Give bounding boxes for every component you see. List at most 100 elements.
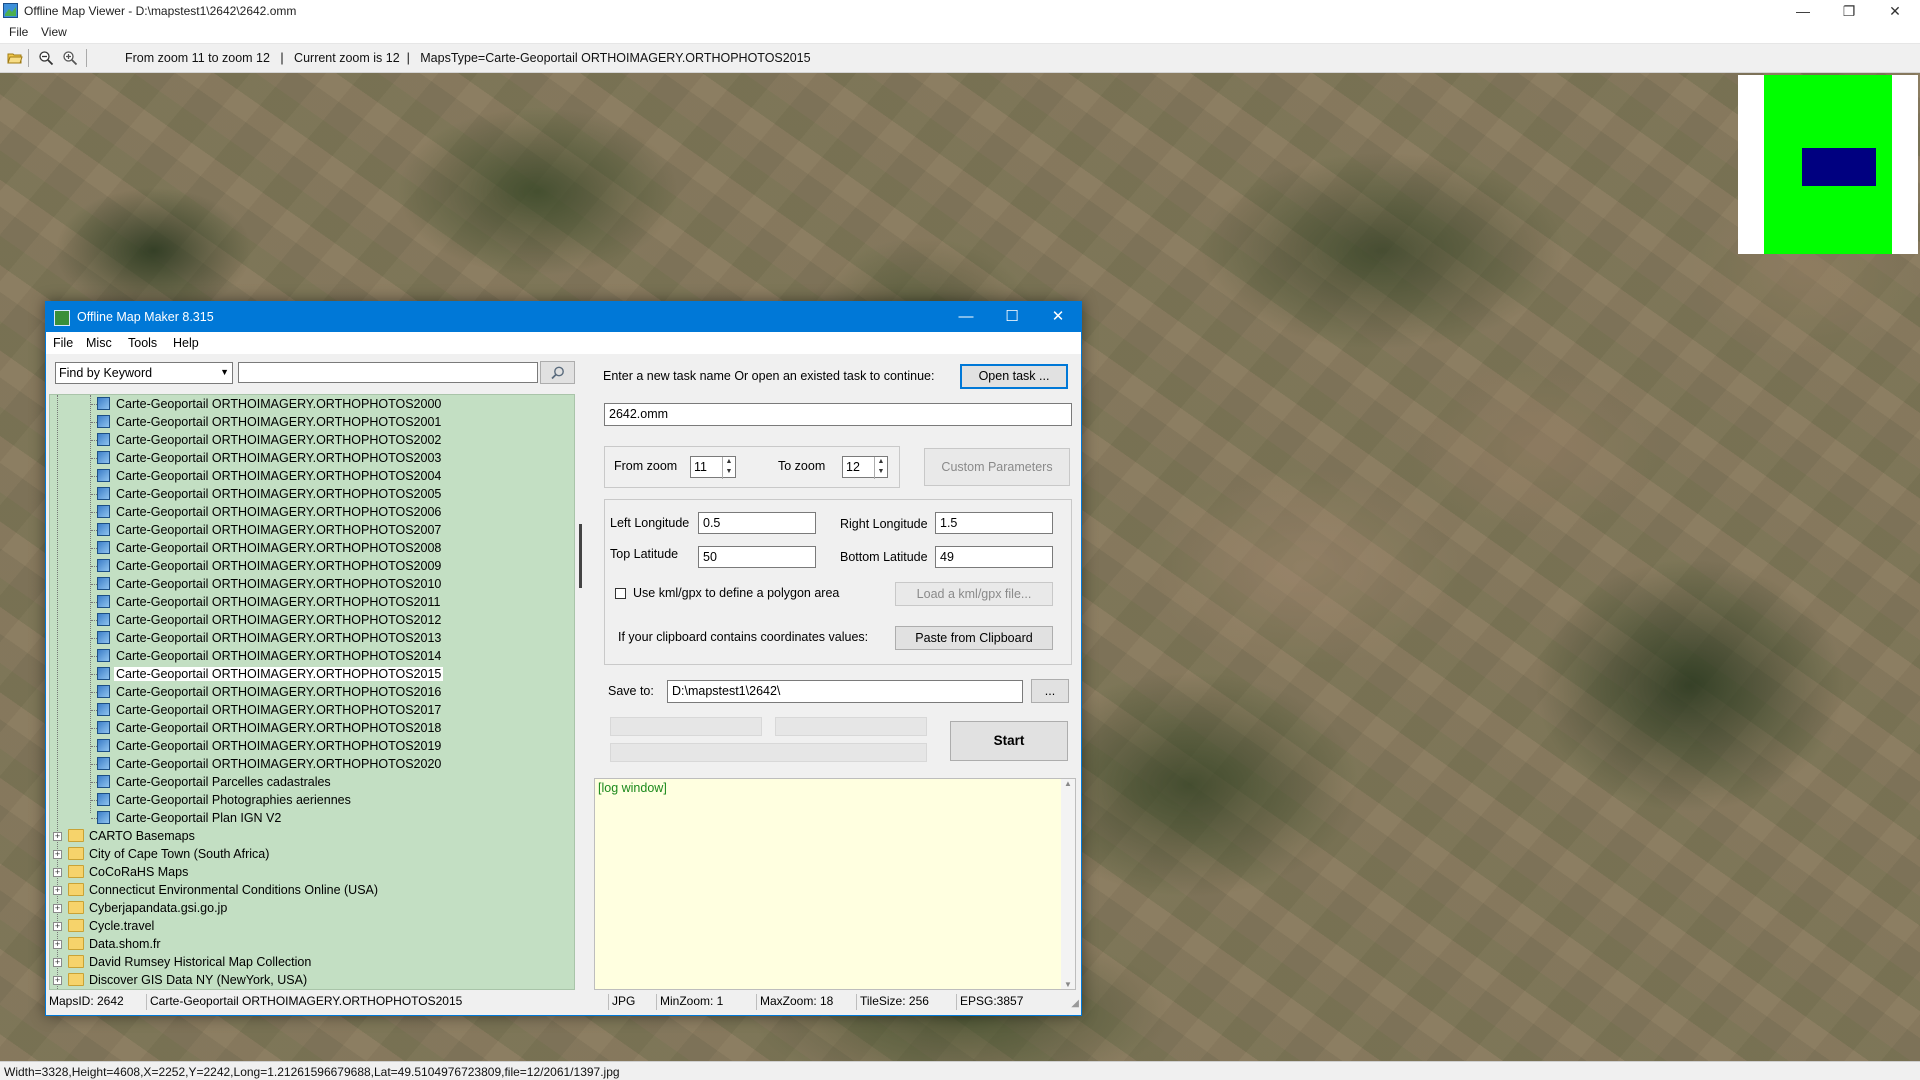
tree-folder-item[interactable]: + Discover GIS Data NY (NewYork, USA) <box>50 971 570 989</box>
use-kml-label[interactable]: Use kml/gpx to define a polygon area <box>633 586 839 600</box>
right-longitude-input[interactable]: 1.5 <box>935 512 1053 534</box>
dialog-menu-file[interactable]: File <box>53 336 73 350</box>
tree-map-item[interactable]: Carte-Geoportail ORTHOIMAGERY.ORTHOPHOTO… <box>50 467 570 485</box>
bottom-latitude-input[interactable]: 49 <box>935 546 1053 568</box>
tree-map-item[interactable]: Carte-Geoportail ORTHOIMAGERY.ORTHOPHOTO… <box>50 431 570 449</box>
minimap-viewport[interactable] <box>1802 148 1876 186</box>
tree-map-item[interactable]: Carte-Geoportail ORTHOIMAGERY.ORTHOPHOTO… <box>50 521 570 539</box>
search-mode-value: Find by Keyword <box>59 366 153 380</box>
resize-grip-icon[interactable]: ◢ <box>1071 998 1079 1009</box>
tree-map-item[interactable]: Carte-Geoportail ORTHOIMAGERY.ORTHOPHOTO… <box>50 539 570 557</box>
tree-map-item[interactable]: Carte-Geoportail ORTHOIMAGERY.ORTHOPHOTO… <box>50 395 570 413</box>
expand-icon[interactable]: + <box>53 850 62 859</box>
tree-map-item[interactable]: Carte-Geoportail ORTHOIMAGERY.ORTHOPHOTO… <box>50 485 570 503</box>
tree-map-item[interactable]: Carte-Geoportail ORTHOIMAGERY.ORTHOPHOTO… <box>50 737 570 755</box>
open-task-button[interactable]: Open task ... <box>960 364 1068 389</box>
paste-clipboard-button[interactable]: Paste from Clipboard <box>895 626 1053 650</box>
overview-minimap[interactable] <box>1738 75 1918 254</box>
to-zoom-stepper[interactable]: 12 ▲ ▼ <box>842 456 888 479</box>
load-kml-button[interactable]: Load a kml/gpx file... <box>895 582 1053 606</box>
from-zoom-spin[interactable]: ▲ ▼ <box>722 457 735 479</box>
zoom-in-icon[interactable] <box>62 50 78 66</box>
expand-icon[interactable]: + <box>53 868 62 877</box>
spin-up-icon[interactable]: ▲ <box>723 457 735 467</box>
dialog-maximize-button[interactable]: ☐ <box>989 302 1035 332</box>
browse-button[interactable]: ... <box>1031 679 1069 703</box>
search-input[interactable] <box>238 362 538 383</box>
viewer-status-text: Width=3328,Height=4608,X=2252,Y=2242,Lon… <box>4 1065 620 1079</box>
tree-map-item[interactable]: Carte-Geoportail ORTHOIMAGERY.ORTHOPHOTO… <box>50 593 570 611</box>
tree-folder-item[interactable]: + Cycle.travel <box>50 917 570 935</box>
map-source-icon <box>97 631 110 644</box>
task-name-input[interactable]: 2642.omm <box>604 403 1072 426</box>
tree-folder-item[interactable]: + CoCoRaHS Maps <box>50 863 570 881</box>
zoom-out-icon[interactable] <box>38 50 54 66</box>
expand-icon[interactable]: + <box>53 976 62 985</box>
dialog-menu-misc[interactable]: Misc <box>86 336 112 350</box>
left-longitude-input[interactable]: 0.5 <box>698 512 816 534</box>
expand-icon[interactable]: + <box>53 958 62 967</box>
dialog-menu-help[interactable]: Help <box>173 336 199 350</box>
minimize-button[interactable]: — <box>1780 0 1826 22</box>
tree-map-item[interactable]: Carte-Geoportail ORTHOIMAGERY.ORTHOPHOTO… <box>50 629 570 647</box>
map-source-icon <box>97 487 110 500</box>
tree-map-item[interactable]: Carte-Geoportail ORTHOIMAGERY.ORTHOPHOTO… <box>50 755 570 773</box>
tree-scroll-thumb[interactable] <box>579 524 582 588</box>
search-mode-dropdown[interactable]: Find by Keyword ▼ <box>55 362 233 384</box>
save-path-input[interactable]: D:\mapstest1\2642\ <box>667 680 1023 703</box>
spin-down-icon[interactable]: ▼ <box>875 467 887 477</box>
tree-map-item[interactable]: Carte-Geoportail ORTHOIMAGERY.ORTHOPHOTO… <box>50 647 570 665</box>
tree-map-item[interactable]: Carte-Geoportail ORTHOIMAGERY.ORTHOPHOTO… <box>50 575 570 593</box>
tree-folder-item[interactable]: + Cyberjapandata.gsi.go.jp <box>50 899 570 917</box>
tree-map-item[interactable]: Carte-Geoportail Plan IGN V2 <box>50 809 570 827</box>
tree-map-item[interactable]: Carte-Geoportail ORTHOIMAGERY.ORTHOPHOTO… <box>50 701 570 719</box>
tree-folder-item[interactable]: + Connecticut Environmental Conditions On… <box>50 881 570 899</box>
from-zoom-stepper[interactable]: 11 ▲ ▼ <box>690 456 736 479</box>
tree-map-item[interactable]: Carte-Geoportail Photographies aeriennes <box>50 791 570 809</box>
start-button[interactable]: Start <box>950 721 1068 761</box>
tree-item-label: Carte-Geoportail ORTHOIMAGERY.ORTHOPHOTO… <box>116 397 442 411</box>
tree-map-item[interactable]: Carte-Geoportail ORTHOIMAGERY.ORTHOPHOTO… <box>50 413 570 431</box>
close-button[interactable]: ✕ <box>1872 0 1918 22</box>
expand-icon[interactable]: + <box>53 886 62 895</box>
tree-map-item[interactable]: Carte-Geoportail ORTHOIMAGERY.ORTHOPHOTO… <box>50 719 570 737</box>
expand-icon[interactable]: + <box>53 904 62 913</box>
tree-map-item[interactable]: Carte-Geoportail Parcelles cadastrales <box>50 773 570 791</box>
restore-button[interactable]: ❐ <box>1826 0 1872 22</box>
tree-map-item[interactable]: Carte-Geoportail ORTHOIMAGERY.ORTHOPHOTO… <box>50 557 570 575</box>
expand-icon[interactable]: + <box>53 940 62 949</box>
spin-up-icon[interactable]: ▲ <box>875 457 887 467</box>
tree-scrollbar[interactable] <box>575 394 589 990</box>
tree-map-item[interactable]: Carte-Geoportail ORTHOIMAGERY.ORTHOPHOTO… <box>50 611 570 629</box>
maps-tree[interactable]: Carte-Geoportail ORTHOIMAGERY.ORTHOPHOTO… <box>49 394 575 990</box>
tree-item-label: Carte-Geoportail ORTHOIMAGERY.ORTHOPHOTO… <box>116 451 442 465</box>
custom-parameters-button[interactable]: Custom Parameters <box>924 448 1070 486</box>
scroll-down-icon[interactable]: ▼ <box>1061 980 1075 989</box>
tree-item-label: CoCoRaHS Maps <box>89 865 189 879</box>
top-latitude-input[interactable]: 50 <box>698 546 816 568</box>
search-button[interactable] <box>540 361 575 384</box>
tree-folder-item[interactable]: + CARTO Basemaps <box>50 827 570 845</box>
expand-icon[interactable]: + <box>53 922 62 931</box>
log-scrollbar[interactable]: ▲ ▼ <box>1061 779 1075 989</box>
tree-map-item[interactable]: Carte-Geoportail ORTHOIMAGERY.ORTHOPHOTO… <box>50 683 570 701</box>
expand-icon[interactable]: + <box>53 832 62 841</box>
to-zoom-spin[interactable]: ▲ ▼ <box>874 457 887 479</box>
tree-folder-item[interactable]: + City of Cape Town (South Africa) <box>50 845 570 863</box>
menu-view[interactable]: View <box>41 25 67 39</box>
tree-folder-item[interactable]: + David Rumsey Historical Map Collection <box>50 953 570 971</box>
dialog-close-button[interactable]: ✕ <box>1035 302 1081 332</box>
open-folder-icon[interactable] <box>7 50 23 66</box>
dialog-minimize-button[interactable]: — <box>943 302 989 332</box>
tree-map-item[interactable]: Carte-Geoportail ORTHOIMAGERY.ORTHOPHOTO… <box>50 665 570 683</box>
tree-map-item[interactable]: Carte-Geoportail ORTHOIMAGERY.ORTHOPHOTO… <box>50 503 570 521</box>
use-kml-checkbox[interactable] <box>615 588 626 599</box>
log-window[interactable]: [log window] ▲ ▼ <box>594 778 1076 990</box>
dialog-menu-tools[interactable]: Tools <box>128 336 157 350</box>
scroll-up-icon[interactable]: ▲ <box>1061 779 1075 788</box>
tree-map-item[interactable]: Carte-Geoportail ORTHOIMAGERY.ORTHOPHOTO… <box>50 449 570 467</box>
menu-file[interactable]: File <box>9 25 28 39</box>
tree-folder-item[interactable]: + Data.shom.fr <box>50 935 570 953</box>
spin-down-icon[interactable]: ▼ <box>723 467 735 477</box>
tree-item-label: Carte-Geoportail ORTHOIMAGERY.ORTHOPHOTO… <box>116 631 442 645</box>
